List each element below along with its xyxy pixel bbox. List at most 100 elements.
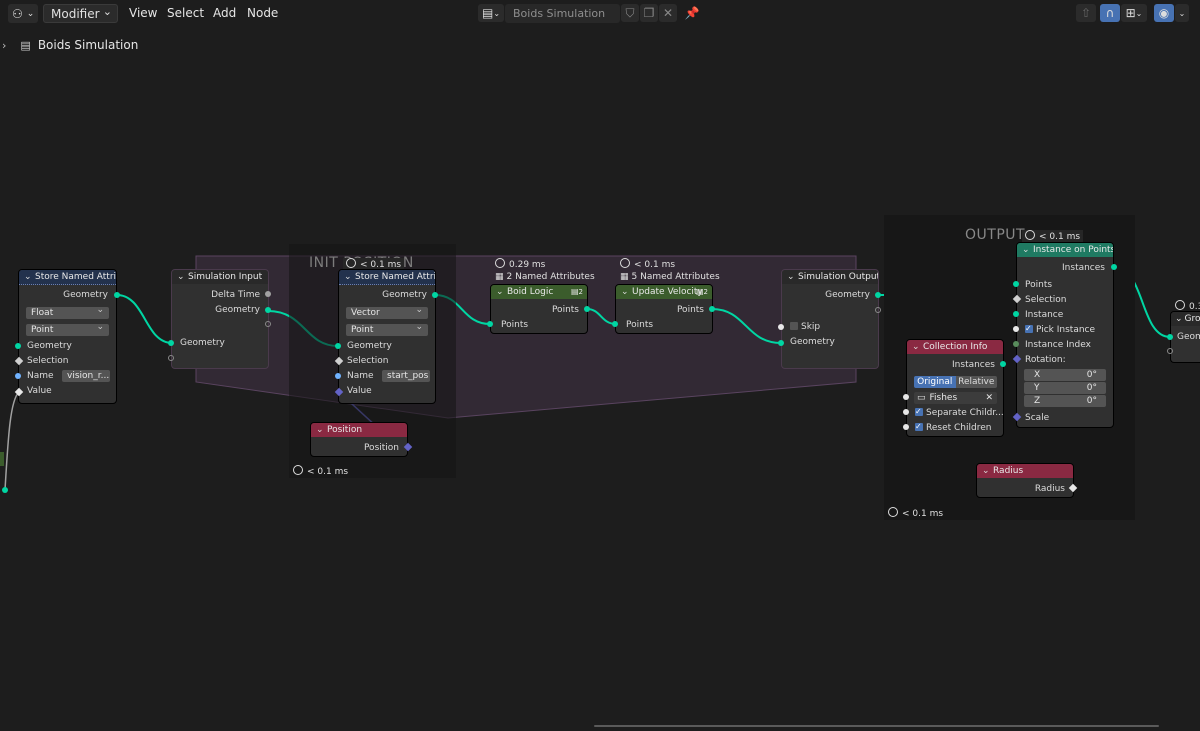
node-header[interactable]: ⌄ Position: [311, 423, 407, 437]
socket-offscreen-geometry[interactable]: [2, 487, 8, 493]
input-geometry-label: Geometry: [180, 338, 225, 348]
chevron-down-icon[interactable]: ⌄: [1175, 314, 1183, 324]
socket-siminput-in-geometry[interactable]: [168, 340, 174, 346]
boid-logic-attrs: ▦ 2 Named Attributes: [495, 272, 595, 282]
node-store-named-attribute-1[interactable]: ⌄Store Named Attrib... Geometry Float Po…: [18, 269, 117, 404]
relative-button[interactable]: Relative: [955, 376, 997, 388]
timing-value: 0.29 ms: [509, 260, 546, 270]
chevron-down-icon[interactable]: ⌄: [621, 285, 629, 299]
timing-value: < 0.1 ms: [1039, 232, 1081, 242]
socket-boid-out-points[interactable]: [584, 306, 590, 312]
socket-simoutput-out-empty[interactable]: [875, 307, 881, 313]
node-header[interactable]: ⌄ Instance on Points: [1017, 243, 1113, 257]
node-simulation-output[interactable]: ⌄ Simulation Output Geometry Skip Geometr…: [781, 269, 879, 369]
socket-siminput-in-empty[interactable]: [168, 355, 174, 361]
pick-instance-checkbox[interactable]: Pick Instance: [1025, 322, 1095, 337]
domain-dropdown[interactable]: Point: [346, 321, 428, 336]
node-header[interactable]: ⌄Store Named Attrib...: [339, 270, 435, 285]
socket-collection-collection[interactable]: [903, 394, 909, 400]
socket-iop-instance[interactable]: [1013, 311, 1019, 317]
chevron-down-icon[interactable]: ⌄: [344, 270, 352, 284]
data-type-dropdown[interactable]: Vector: [346, 304, 428, 319]
node-simulation-input[interactable]: ⌄ Simulation Input Delta Time Geometry Ge…: [171, 269, 269, 369]
socket-update-in-points[interactable]: [612, 321, 618, 327]
rotation-y-field[interactable]: Y 0°: [1024, 382, 1106, 394]
name-field[interactable]: start_pos: [382, 370, 430, 382]
horizontal-scrollbar[interactable]: [594, 725, 1159, 727]
close-icon[interactable]: ✕: [985, 392, 993, 404]
chevron-down-icon[interactable]: ⌄: [982, 464, 990, 478]
separate-children-checkbox[interactable]: Separate Childr...: [915, 405, 1004, 420]
data-type-dropdown[interactable]: Float: [26, 304, 109, 319]
node-title: Simulation Input: [188, 272, 263, 282]
name-field[interactable]: vision_r...: [62, 370, 110, 382]
checkbox-icon: [915, 405, 923, 419]
output-position-label: Position: [363, 443, 399, 453]
node-instance-on-points[interactable]: ⌄ Instance on Points Instances Points Sel…: [1016, 242, 1114, 428]
node-header[interactable]: ⌄ Radius: [977, 464, 1073, 478]
socket-iop-instance-index[interactable]: [1013, 341, 1019, 347]
chevron-down-icon[interactable]: ⌄: [177, 270, 185, 284]
node-header[interactable]: ⌄ Gro: [1171, 312, 1200, 326]
socket-iop-points[interactable]: [1013, 281, 1019, 287]
chevron-down-icon[interactable]: ⌄: [24, 270, 32, 284]
rotation-x-field[interactable]: X 0°: [1024, 369, 1106, 381]
socket-groupout-geometry[interactable]: [1167, 334, 1173, 340]
node-position[interactable]: ⌄ Position Position: [310, 422, 408, 457]
node-header[interactable]: ⌄ Boid Logic ▤2: [491, 285, 587, 299]
node-header[interactable]: ⌄ Simulation Input: [172, 270, 268, 284]
chevron-down-icon[interactable]: ⌄: [1022, 243, 1030, 257]
socket-iop-pick-instance[interactable]: [1013, 326, 1019, 332]
socket-collection-out-instances[interactable]: [1000, 361, 1006, 367]
socket-simoutput-out-geometry[interactable]: [875, 292, 881, 298]
chevron-down-icon[interactable]: ⌄: [316, 423, 324, 437]
selection-label: Selection: [27, 356, 69, 366]
node-store-named-attribute-2[interactable]: ⌄Store Named Attrib... Geometry Vector P…: [338, 269, 436, 404]
chevron-down-icon[interactable]: ⌄: [496, 285, 504, 299]
chevron-down-icon[interactable]: ⌄: [912, 340, 920, 354]
socket-store1-in-geometry[interactable]: [15, 343, 21, 349]
socket-store2-in-geometry[interactable]: [335, 343, 341, 349]
collection-icon: ▭: [917, 393, 926, 403]
node-collection-info[interactable]: ⌄ Collection Info Instances Original Rela…: [906, 339, 1004, 437]
node-header[interactable]: ⌄Store Named Attrib...: [19, 270, 116, 285]
socket-siminput-out-empty[interactable]: [265, 321, 271, 327]
node-header[interactable]: ⌄ Collection Info: [907, 340, 1003, 354]
socket-store2-name[interactable]: [335, 373, 341, 379]
node-group-icon: ▤2: [695, 287, 708, 296]
original-button[interactable]: Original: [914, 376, 956, 388]
timing-value: < 0.1 ms: [902, 509, 944, 519]
name-label: Name: [27, 371, 54, 381]
reset-children-checkbox[interactable]: Reset Children: [915, 420, 991, 435]
node-group-output[interactable]: ⌄ Gro Geom: [1170, 311, 1200, 363]
node-radius[interactable]: ⌄ Radius Radius: [976, 463, 1074, 498]
socket-boid-in-points[interactable]: [487, 321, 493, 327]
output-instances-label: Instances: [1062, 263, 1105, 273]
socket-store2-out-geometry[interactable]: [432, 292, 438, 298]
node-update-velocity[interactable]: ⌄ Update Velocity ▤2 Points Points: [615, 284, 713, 334]
socket-collection-reset[interactable]: [903, 424, 909, 430]
socket-collection-separate[interactable]: [903, 409, 909, 415]
instance-on-points-timing: < 0.1 ms: [1022, 230, 1084, 242]
output-points-label: Points: [676, 305, 704, 315]
chevron-down-icon[interactable]: ⌄: [787, 270, 795, 284]
socket-simoutput-in-geometry[interactable]: [778, 340, 784, 346]
domain-dropdown[interactable]: Point: [26, 321, 109, 336]
collection-field[interactable]: ▭ Fishes ✕: [914, 392, 997, 404]
socket-siminput-delta-time[interactable]: [265, 291, 271, 297]
socket-iop-out-instances[interactable]: [1111, 264, 1117, 270]
node-boid-logic[interactable]: ⌄ Boid Logic ▤2 Points Points: [490, 284, 588, 334]
node-header[interactable]: ⌄ Simulation Output: [782, 270, 878, 284]
update-velocity-attrs: ▦ 5 Named Attributes: [620, 272, 720, 282]
socket-simoutput-skip[interactable]: [778, 324, 784, 330]
socket-siminput-out-geometry[interactable]: [265, 307, 271, 313]
socket-groupout-empty[interactable]: [1167, 348, 1173, 354]
skip-checkbox[interactable]: Skip: [790, 320, 820, 334]
separate-children-label: Separate Childr...: [926, 408, 1004, 418]
node-header[interactable]: ⌄ Update Velocity ▤2: [616, 285, 712, 299]
rotation-z-field[interactable]: Z 0°: [1024, 395, 1106, 407]
skip-label: Skip: [801, 322, 821, 332]
socket-store1-name[interactable]: [15, 373, 21, 379]
socket-update-out-points[interactable]: [709, 306, 715, 312]
socket-store1-out-geometry[interactable]: [114, 292, 120, 298]
